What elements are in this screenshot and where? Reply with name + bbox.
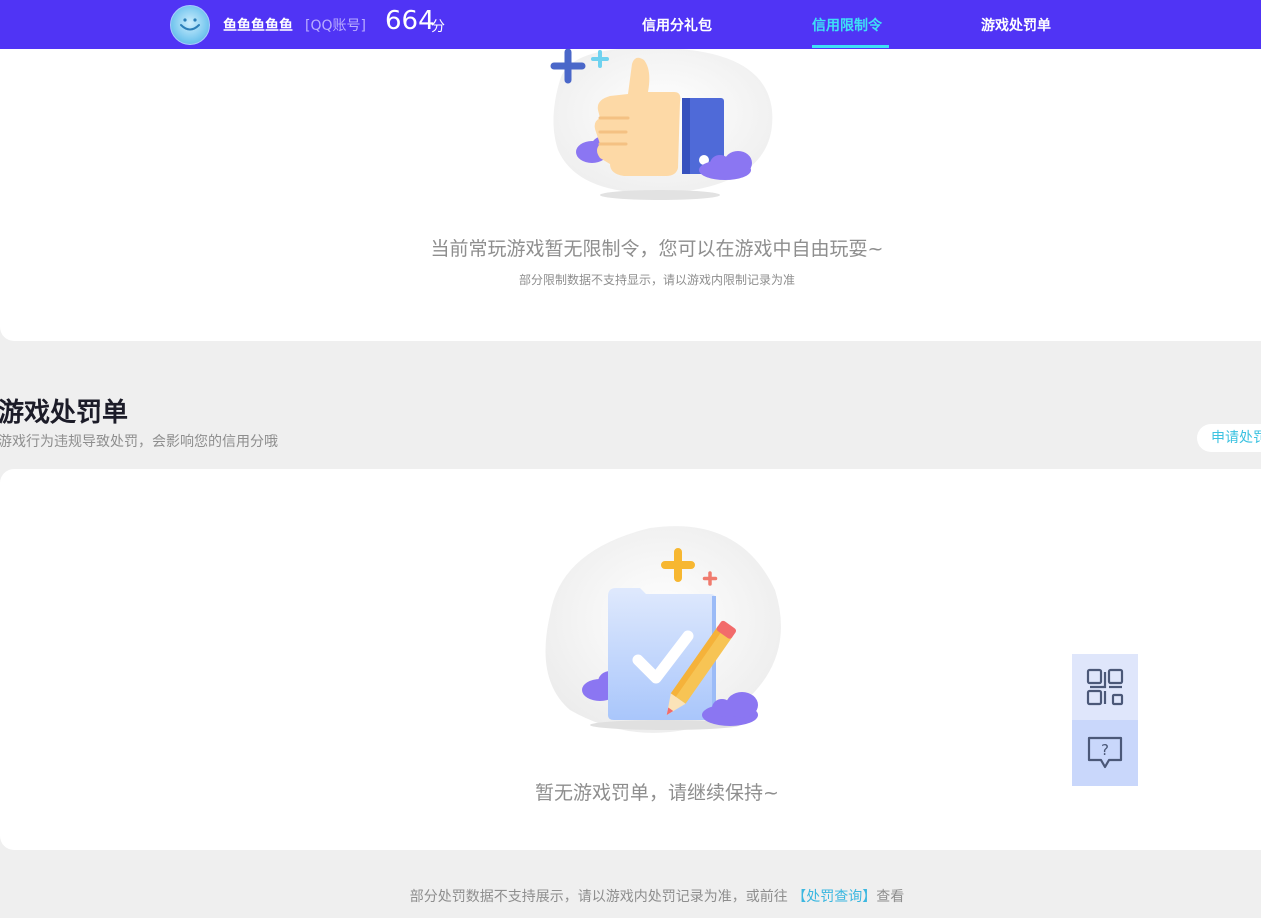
credit-score-unit: 分 (431, 19, 445, 35)
penalty-footnote: 部分处罚数据不支持展示，请以游戏内处罚记录为准，或前往 【处罚查询】查看 (0, 886, 1261, 906)
restriction-empty-subtitle: 部分限制数据不支持显示，请以游戏内限制记录为准 (518, 273, 795, 287)
help-chat-icon: ? (1087, 736, 1123, 769)
top-nav-bar: 鱼鱼鱼鱼鱼 [QQ账号] 664 分 信用分礼包 信用限制令 游戏处罚单 (0, 0, 1261, 49)
footnote-text: 部分处罚数据不支持展示，请以游戏内处罚记录为准，或前往 (409, 889, 788, 905)
footnote-suffix: 查看 (876, 889, 905, 905)
smile-face-icon (180, 18, 200, 31)
user-avatar[interactable] (170, 5, 210, 45)
penalty-section-subtitle: 游戏行为违规导致处罚，会影响您的信用分哦 (0, 434, 278, 450)
nav-credit-restriction[interactable]: 信用限制令 (812, 15, 882, 35)
svg-text:?: ? (1101, 741, 1109, 759)
nav-active-indicator (812, 45, 889, 48)
penalty-section-title: 游戏处罚单 (0, 398, 129, 428)
floating-tool-panel: ? (1072, 654, 1138, 786)
appeal-penalty-button[interactable]: 申请处罚 (1197, 424, 1261, 452)
clipboard-check-illustration (545, 526, 781, 733)
user-nickname: 鱼鱼鱼鱼鱼 (223, 18, 293, 34)
qr-code-icon (1086, 668, 1124, 706)
nav-credit-gift[interactable]: 信用分礼包 (642, 15, 712, 35)
account-type-tag: [QQ账号] (305, 18, 366, 34)
thumbs-up-illustration (550, 47, 773, 200)
qr-code-button[interactable] (1072, 654, 1138, 720)
credit-score-value: 664 (385, 6, 435, 36)
help-button[interactable]: ? (1072, 720, 1138, 786)
restriction-empty-title: 当前常玩游戏暂无限制令，您可以在游戏中自由玩耍~ (430, 238, 884, 260)
penalty-query-link[interactable]: 【处罚查询】 (792, 889, 876, 905)
nav-game-penalty[interactable]: 游戏处罚单 (981, 15, 1051, 35)
